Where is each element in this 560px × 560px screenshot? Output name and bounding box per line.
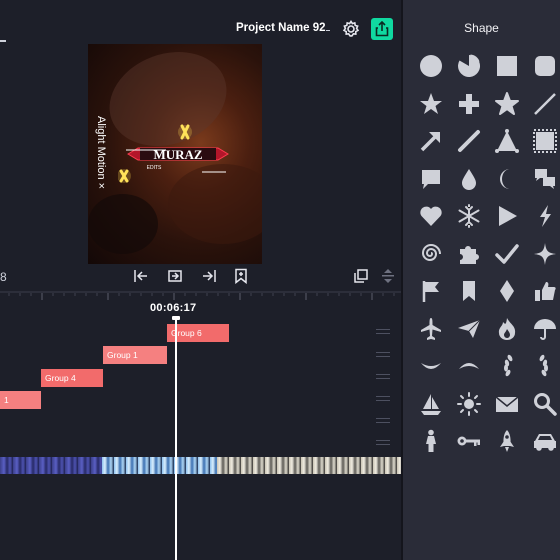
logo-subtext: EDITS <box>147 165 162 171</box>
shape-spiral-icon[interactable] <box>418 241 444 267</box>
shape-speech-bubble-icon[interactable] <box>418 166 444 192</box>
shape-diamond-icon[interactable] <box>494 278 520 304</box>
shape-arrow-icon[interactable] <box>418 128 444 154</box>
shape-lightning-icon[interactable] <box>532 203 558 229</box>
zoom-toggle-icon[interactable] <box>380 268 396 284</box>
shape-sparkle-star-icon[interactable] <box>532 241 558 267</box>
bookmark-icon[interactable] <box>233 268 249 284</box>
shape-thumbs-up-icon[interactable] <box>532 278 558 304</box>
top-bar: Project Name 92 <box>0 0 403 44</box>
shape-car-icon[interactable] <box>532 428 558 454</box>
panel-title: Shape <box>464 21 499 35</box>
timeline-ruler[interactable] <box>0 290 403 304</box>
timeline-start-time: 8 <box>0 270 7 284</box>
shape-pencil-line-icon[interactable] <box>456 128 482 154</box>
logo-graphic: MURAZ EDITS <box>118 124 229 183</box>
shape-check-icon[interactable] <box>494 241 520 267</box>
playhead-line[interactable] <box>175 318 177 560</box>
shape-paper-plane-icon[interactable] <box>456 316 482 342</box>
shape-circle-icon[interactable] <box>418 53 444 79</box>
svg-text:Alight Motion ×: Alight Motion × <box>95 116 107 189</box>
filmstrip-segment <box>217 457 403 474</box>
shape-smile-curve-icon[interactable] <box>418 353 444 379</box>
reorder-handle[interactable] <box>376 329 390 339</box>
reorder-handle[interactable] <box>376 396 390 406</box>
logo-text: MURAZ <box>153 147 202 162</box>
reorder-handle[interactable] <box>376 352 390 362</box>
shape-laurel-left-icon[interactable] <box>494 353 520 379</box>
shape-bookmark-icon[interactable] <box>456 278 482 304</box>
shape-airplane-icon[interactable] <box>418 316 444 342</box>
shape-play-triangle-icon[interactable] <box>494 203 520 229</box>
shape-heart-icon[interactable] <box>418 203 444 229</box>
shape-key-icon[interactable] <box>456 428 482 454</box>
shape-flag-icon[interactable] <box>418 278 444 304</box>
shape-square-icon[interactable] <box>494 53 520 79</box>
shape-panel: Shape <box>403 0 560 560</box>
filmstrip-segment <box>102 457 217 474</box>
layer-clip-1[interactable]: 1 <box>0 391 41 409</box>
shape-puzzle-icon[interactable] <box>456 241 482 267</box>
layer-clip-group-1[interactable]: Group 1 <box>103 346 167 364</box>
filmstrip-segment <box>0 457 102 474</box>
share-upload-icon <box>375 21 389 37</box>
shape-stamp-square-icon[interactable] <box>532 128 558 154</box>
layer-clip-group-4[interactable]: Group 4 <box>41 369 103 387</box>
editor-area: Project Name 92 Alight Motion × MURAZ ED… <box>0 0 403 560</box>
shape-magnifier-icon[interactable] <box>532 391 558 417</box>
shape-plus-icon[interactable] <box>456 91 482 117</box>
shape-star-icon[interactable] <box>418 91 444 117</box>
shape-star-rounded-icon[interactable] <box>494 91 520 117</box>
shape-frown-curve-icon[interactable] <box>456 353 482 379</box>
reorder-handle[interactable] <box>376 418 390 428</box>
playhead-time: 00:06:17 <box>150 302 197 314</box>
reorder-handle[interactable] <box>376 440 390 450</box>
shape-snowflake-icon[interactable] <box>456 203 482 229</box>
video-preview[interactable]: Alight Motion × MURAZ EDITS <box>88 44 262 264</box>
shape-line-icon[interactable] <box>532 91 558 117</box>
copy-icon[interactable] <box>353 268 369 284</box>
loop-icon[interactable] <box>167 268 183 284</box>
shape-sailboat-icon[interactable] <box>418 391 444 417</box>
shape-rounded-square-icon[interactable] <box>532 53 558 79</box>
export-button[interactable] <box>371 18 393 40</box>
shape-crescent-icon[interactable] <box>494 166 520 192</box>
shape-umbrella-icon[interactable] <box>532 316 558 342</box>
shape-pie-icon[interactable] <box>456 53 482 79</box>
shape-sun-icon[interactable] <box>456 391 482 417</box>
shape-envelope-icon[interactable] <box>494 391 520 417</box>
watermark-text: Alight Motion × <box>95 116 107 189</box>
shape-chat-bubbles-icon[interactable] <box>532 166 558 192</box>
jump-to-end-icon[interactable] <box>201 268 217 284</box>
shape-flame-icon[interactable] <box>494 316 520 342</box>
shape-laurel-right-icon[interactable] <box>532 353 558 379</box>
back-button-edge[interactable] <box>0 40 6 42</box>
shape-rocket-icon[interactable] <box>494 428 520 454</box>
jump-to-start-icon[interactable] <box>133 268 149 284</box>
project-title[interactable]: Project Name 92 <box>236 22 326 34</box>
gear-icon[interactable] <box>341 19 361 39</box>
video-track-filmstrip[interactable] <box>0 457 403 474</box>
shape-triangle-tent-icon[interactable] <box>494 128 520 154</box>
shape-drop-icon[interactable] <box>456 166 482 192</box>
reorder-handle[interactable] <box>376 374 390 384</box>
title-dropdown-caret[interactable] <box>326 30 330 31</box>
shape-person-icon[interactable] <box>418 428 444 454</box>
